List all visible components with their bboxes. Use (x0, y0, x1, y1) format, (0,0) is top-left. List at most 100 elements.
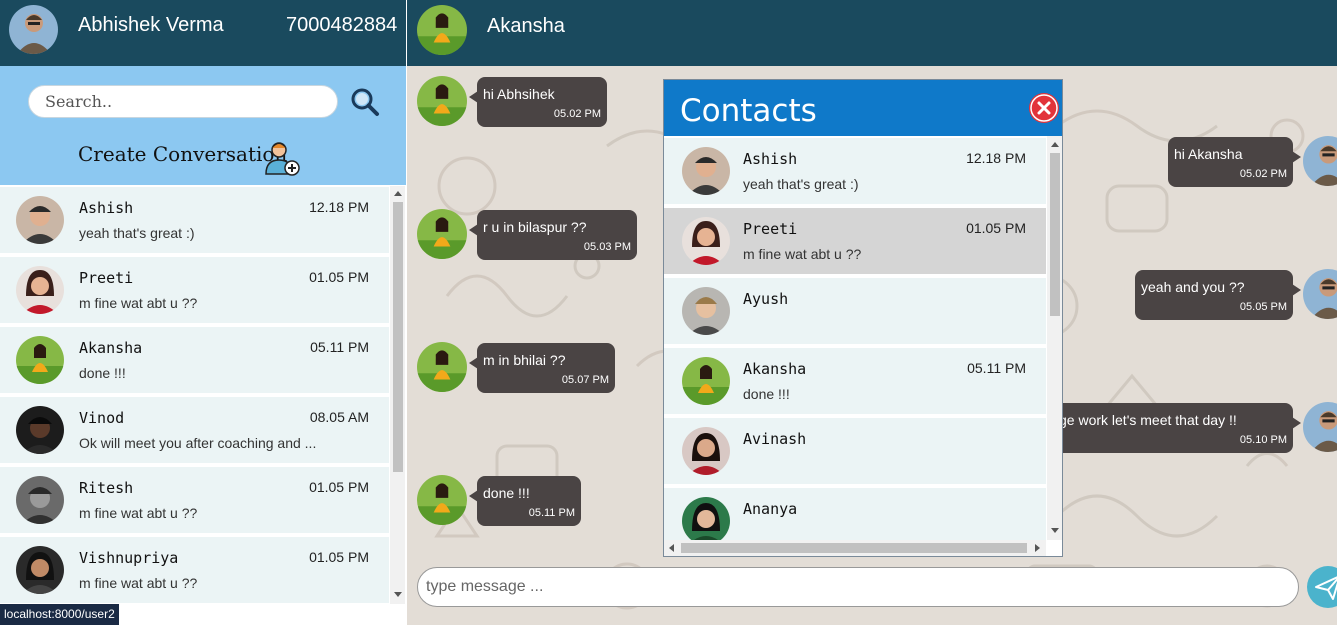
search-icon[interactable] (350, 87, 380, 117)
scroll-up-icon[interactable] (1051, 142, 1059, 147)
last-message: yeah that's great :) (79, 225, 195, 241)
message-time: 05.07 PM (561, 374, 609, 386)
last-message-time: 01.05 PM (309, 549, 369, 565)
last-message: m fine wat abt u ?? (79, 505, 198, 521)
left-panel: Abhishek Verma 7000482884 Create Convers… (0, 0, 406, 625)
last-message-time: 12.18 PM (309, 199, 369, 215)
message-time: 05.10 PM (1239, 434, 1287, 446)
scroll-down-icon[interactable] (394, 592, 402, 597)
message-bubble-outgoing: ge work let's meet that day !! 05.10 PM (1047, 403, 1301, 453)
avatar (682, 497, 730, 540)
message-text: hi Abhsihek (483, 86, 555, 102)
message-text: yeah and you ?? (1141, 279, 1245, 295)
last-message: m fine wat abt u ?? (79, 295, 198, 311)
create-conversation-label: Create Conversation (78, 142, 288, 166)
last-message-time: 12.18 PM (966, 150, 1026, 166)
avatar (16, 546, 64, 594)
scroll-up-icon[interactable] (394, 191, 402, 196)
message-text: ge work let's meet that day !! (1059, 412, 1237, 428)
message-text: hi Akansha (1174, 146, 1243, 162)
contact-name: Ashish (79, 199, 134, 217)
last-message-time: 01.05 PM (309, 479, 369, 495)
message-input[interactable] (417, 567, 1299, 607)
contact-name: Avinash (743, 430, 807, 448)
last-message-time: 01.05 PM (309, 269, 369, 285)
contact-item[interactable]: Ashish 12.18 PM yeah that's great :) (664, 138, 1046, 204)
scrollbar-thumb[interactable] (393, 202, 403, 472)
sender-avatar (417, 342, 467, 392)
chat-contact-name: Akansha (487, 15, 565, 37)
sender-avatar (417, 209, 467, 259)
conversation-item[interactable]: Preeti 01.05 PM m fine wat abt u ?? (0, 257, 389, 323)
search-panel: Create Conversation (0, 66, 406, 185)
last-message: Ok will meet you after coaching and ... (79, 435, 317, 451)
conversation-item[interactable]: Vinod 08.05 AM Ok will meet you after co… (0, 397, 389, 463)
conversation-list-scrollbar[interactable] (390, 186, 405, 604)
send-icon (1315, 576, 1337, 600)
last-message-time: 08.05 AM (309, 409, 369, 425)
avatar (682, 147, 730, 195)
chat-header: Akansha (407, 0, 1337, 66)
avatar (16, 476, 64, 524)
conversation-item[interactable]: Ashish 12.18 PM yeah that's great :) (0, 187, 389, 253)
message-bubble-incoming: hi Abhsihek 05.02 PM (469, 77, 607, 127)
message-text: m in bhilai ?? (483, 352, 566, 368)
contacts-vertical-scrollbar[interactable] (1047, 136, 1062, 540)
conversation-list: Ashish 12.18 PM yeah that's great :) Pre… (0, 185, 406, 605)
contact-name: Akansha (743, 360, 807, 378)
conversation-item[interactable]: Vishnupriya 01.05 PM m fine wat abt u ?? (0, 537, 389, 603)
conversation-item[interactable]: Akansha 05.11 PM done !!! (0, 327, 389, 393)
user-avatar[interactable] (9, 5, 58, 54)
scroll-left-icon[interactable] (669, 544, 674, 552)
last-message-time: 05.11 PM (310, 339, 369, 355)
contact-item[interactable]: Akansha 05.11 PM done !!! (664, 348, 1046, 414)
avatar (16, 336, 64, 384)
contact-name: Preeti (79, 269, 134, 287)
user-phone: 7000482884 (286, 14, 398, 36)
send-button[interactable] (1307, 566, 1337, 608)
contact-name: Ritesh (79, 479, 134, 497)
chat-contact-avatar[interactable] (417, 5, 467, 55)
user-header: Abhishek Verma 7000482884 (0, 0, 406, 66)
message-bubble-outgoing: yeah and you ?? 05.05 PM (1135, 270, 1301, 320)
contact-name: Akansha (79, 339, 143, 357)
add-user-icon[interactable] (263, 139, 301, 177)
last-message: done !!! (743, 386, 790, 402)
search-input[interactable] (28, 85, 338, 118)
message-time: 05.03 PM (583, 241, 631, 253)
user-name: Abhishek Verma (78, 14, 224, 36)
scrollbar-thumb[interactable] (1050, 153, 1060, 316)
contact-name: Vishnupriya (79, 549, 179, 567)
scroll-right-icon[interactable] (1035, 544, 1040, 552)
contacts-modal: Contacts Ashish 12.18 PM yeah that's gre… (663, 79, 1063, 557)
last-message: m fine wat abt u ?? (79, 575, 198, 591)
status-url: localhost:8000/user2 (0, 604, 119, 625)
message-bubble-incoming: m in bhilai ?? 05.07 PM (469, 343, 615, 393)
conversation-item[interactable]: Ritesh 01.05 PM m fine wat abt u ?? (0, 467, 389, 533)
contact-item[interactable]: Avinash (664, 418, 1046, 484)
sender-avatar (417, 475, 467, 525)
contact-item[interactable]: Ananya (664, 488, 1046, 540)
last-message: done !!! (79, 365, 126, 381)
contact-item[interactable]: Preeti 01.05 PM m fine wat abt u ?? (664, 208, 1046, 274)
contact-name: Ayush (743, 290, 789, 308)
contacts-horizontal-scrollbar[interactable] (664, 540, 1046, 556)
avatar (682, 357, 730, 405)
scroll-down-icon[interactable] (1051, 528, 1059, 533)
close-icon[interactable] (1029, 93, 1059, 123)
scrollbar-thumb[interactable] (681, 543, 1027, 553)
message-bubble-outgoing: hi Akansha 05.02 PM (1168, 137, 1301, 187)
contact-item[interactable]: Ayush (664, 278, 1046, 344)
avatar (682, 427, 730, 475)
avatar (16, 266, 64, 314)
contact-name: Ananya (743, 500, 798, 518)
contact-name: Vinod (79, 409, 125, 427)
contacts-list: Ashish 12.18 PM yeah that's great :) Pre… (664, 136, 1046, 540)
contacts-modal-title: Contacts (680, 93, 817, 129)
last-message-time: 01.05 PM (966, 220, 1026, 236)
message-text: done !!! (483, 485, 530, 501)
message-bubble-incoming: done !!! 05.11 PM (469, 476, 581, 526)
contact-name: Ashish (743, 150, 798, 168)
avatar (682, 287, 730, 335)
message-time: 05.05 PM (1239, 301, 1287, 313)
